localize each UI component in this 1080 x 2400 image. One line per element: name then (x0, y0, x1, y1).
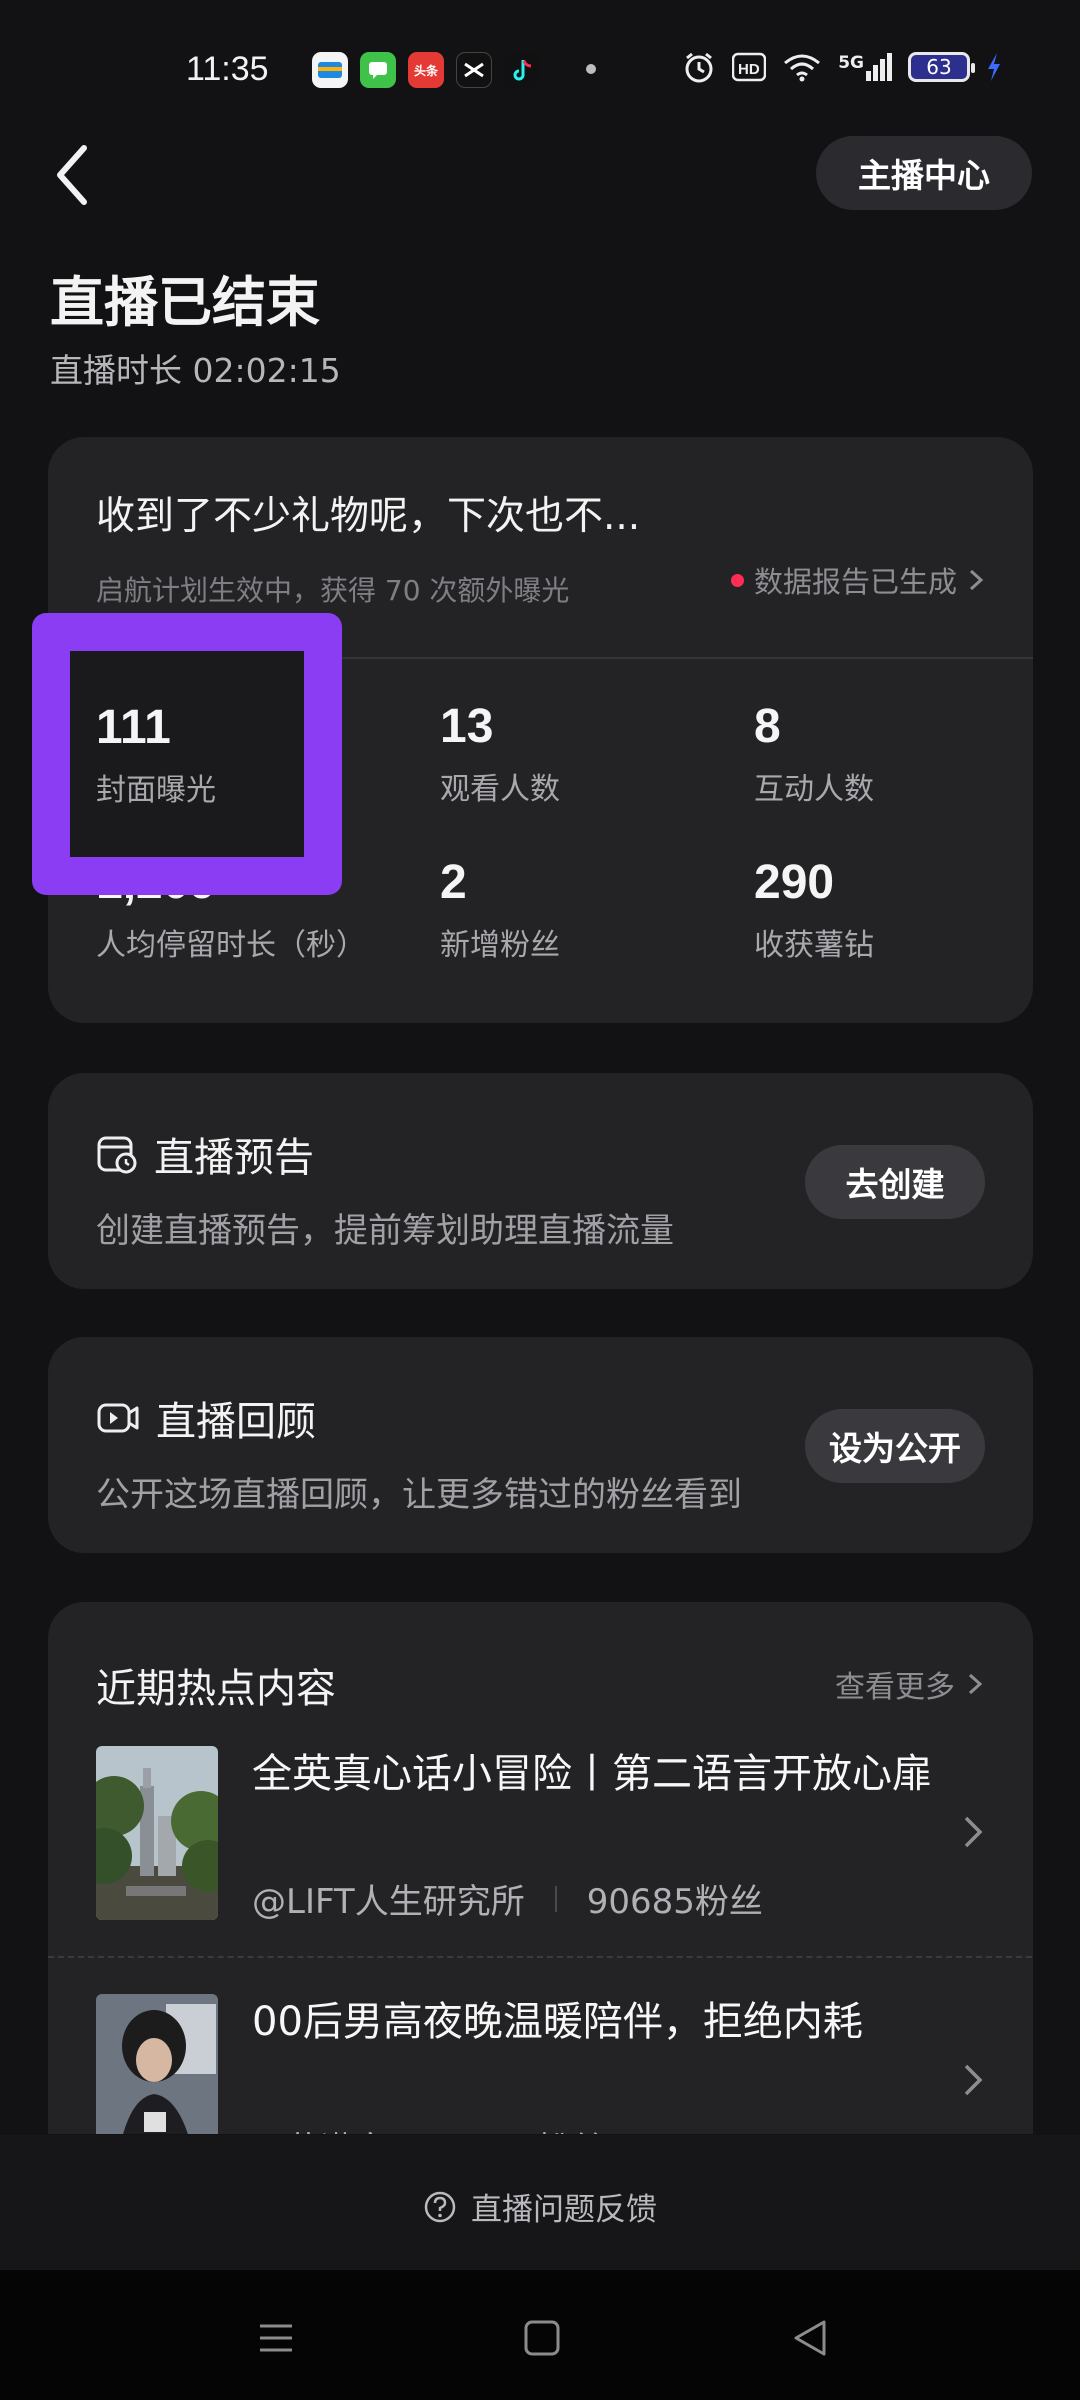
anchor-center-button[interactable]: 主播中心 (816, 136, 1032, 210)
stat-label: 新增粉丝 (440, 928, 560, 963)
stat-value: 8 (754, 700, 781, 753)
hot-item-divider (48, 1956, 1032, 1958)
see-more-label: 查看更多 (835, 1670, 955, 1705)
stat-viewers[interactable]: 13 观看人数 (440, 699, 560, 808)
stat-interactions[interactable]: 8 互动人数 (754, 699, 874, 808)
hot-item-fans: 3706粉丝 (450, 2122, 605, 2134)
live-replay-description: 公开这场直播回顾，让更多错过的粉丝看到 (96, 1475, 742, 1515)
douyin-app-icon (504, 52, 540, 88)
hot-item-fans: 90685粉丝 (586, 1882, 763, 1922)
hot-item-meta: @LIFT人生研究所 90685粉丝 (252, 1874, 763, 1923)
chevron-right-icon (968, 1673, 983, 1695)
make-public-button[interactable]: 设为公开 (805, 1409, 985, 1483)
see-more-link[interactable]: 查看更多 (835, 1662, 987, 1706)
messages-app-icon (360, 52, 396, 88)
stat-cover-exposure[interactable]: 111 封面曝光 (96, 700, 216, 809)
data-report-label: 数据报告已生成 (753, 565, 957, 599)
stat-diamonds[interactable]: 290 收获薯钻 (754, 855, 874, 964)
system-nav-bar (0, 2270, 1080, 2400)
hot-item-title: 00后男高夜晚温暖陪伴，拒绝内耗 (252, 1999, 863, 2045)
menu-icon[interactable] (256, 2318, 296, 2358)
status-time: 11:35 (186, 50, 269, 88)
hot-item-author: @LIFT人生研究所 (252, 1882, 525, 1922)
new-dot-icon (730, 573, 744, 587)
stat-label: 人均停留时长（秒） (96, 928, 366, 963)
hot-item-title: 全英真心话小冒险丨第二语言开放心扉 (252, 1751, 932, 1797)
hot-content-title: 近期热点内容 (96, 1666, 336, 1712)
hd-icon: HD (732, 52, 767, 82)
battery-indicator: 63 (908, 52, 975, 82)
live-duration: 直播时长 02:02:15 (50, 351, 341, 390)
wallet-app-icon (312, 52, 348, 88)
stat-label: 互动人数 (754, 772, 874, 807)
status-bar: 11:35 头条 HD 5G 63 (0, 0, 1080, 120)
wifi-icon (784, 54, 821, 82)
cellular-signal-icon: 5G (838, 53, 892, 81)
live-preview-title: 直播预告 (96, 1125, 314, 1183)
stat-label: 观看人数 (440, 772, 560, 807)
live-preview-label: 直播预告 (154, 1135, 314, 1181)
meta-separator (554, 1885, 557, 1912)
thumbnail-image (96, 1746, 218, 1920)
stat-value: 2 (440, 856, 467, 909)
toutiao-app-icon: 头条 (408, 52, 444, 88)
home-square-icon[interactable] (522, 2318, 562, 2358)
hot-content-item[interactable]: 全英真心话小冒险丨第二语言开放心扉 @LIFT人生研究所 90685粉丝 (96, 1746, 986, 1922)
create-preview-button[interactable]: 去创建 (805, 1145, 985, 1219)
calendar-clock-icon (97, 1136, 137, 1174)
back-button[interactable] (50, 140, 100, 210)
thumbnail-image (96, 1994, 218, 2134)
stat-value: 13 (440, 700, 494, 753)
live-preview-card: 直播预告 创建直播预告，提前筹划助理直播流量 去创建 (48, 1073, 1033, 1289)
chevron-right-icon (964, 2064, 983, 2096)
meta-separator (418, 2133, 420, 2134)
system-indicators: HD 5G 63 (682, 50, 1002, 84)
svg-text:HD: HD (738, 61, 760, 78)
feedback-label: 直播问题反馈 (471, 2192, 657, 2228)
stats-subtitle: 启航计划生效中，获得 70 次额外曝光 (96, 574, 570, 607)
stats-headline: 收到了不少礼物呢，下次也不... (96, 494, 641, 539)
hot-content-item[interactable]: 00后男高夜晚温暖陪伴，拒绝内耗 @黄潇文 3706粉丝 (96, 1994, 986, 2134)
chevron-left-icon (57, 145, 87, 205)
data-report-link[interactable]: 数据报告已生成 (730, 559, 989, 601)
hot-item-meta: @黄潇文 3706粉丝 (252, 2122, 605, 2134)
more-notifications-dot (586, 64, 596, 74)
hot-item-author: @黄潇文 (252, 2122, 388, 2134)
notification-icons: 头条 (312, 52, 540, 88)
page-title: 直播已结束 (50, 271, 320, 334)
stat-new-fans[interactable]: 2 新增粉丝 (440, 855, 560, 964)
capcut-app-icon (456, 52, 492, 88)
stat-label: 收获薯钻 (754, 928, 874, 963)
live-replay-title: 直播回顾 (96, 1389, 316, 1447)
question-circle-icon (424, 2191, 456, 2222)
feedback-link[interactable]: 直播问题反馈 (0, 2184, 1080, 2229)
stat-value: 111 (96, 701, 171, 754)
chevron-right-icon (964, 1816, 983, 1848)
live-replay-card: 直播回顾 公开这场直播回顾，让更多错过的粉丝看到 设为公开 (48, 1337, 1033, 1553)
hot-content-card: 近期热点内容 查看更多 全英真心话小冒险丨第二语言开放心扉 @LIFT人生研究所 (48, 1602, 1033, 2134)
alarm-icon (685, 52, 713, 83)
video-camera-icon (97, 1403, 139, 1433)
back-triangle-icon[interactable] (790, 2318, 830, 2358)
stat-label: 封面曝光 (96, 773, 216, 808)
live-replay-label: 直播回顾 (156, 1399, 316, 1445)
stat-value: 290 (754, 856, 835, 909)
live-preview-description: 创建直播预告，提前筹划助理直播流量 (96, 1211, 674, 1251)
charging-bolt-icon (988, 53, 1000, 81)
chevron-right-icon (969, 569, 984, 591)
